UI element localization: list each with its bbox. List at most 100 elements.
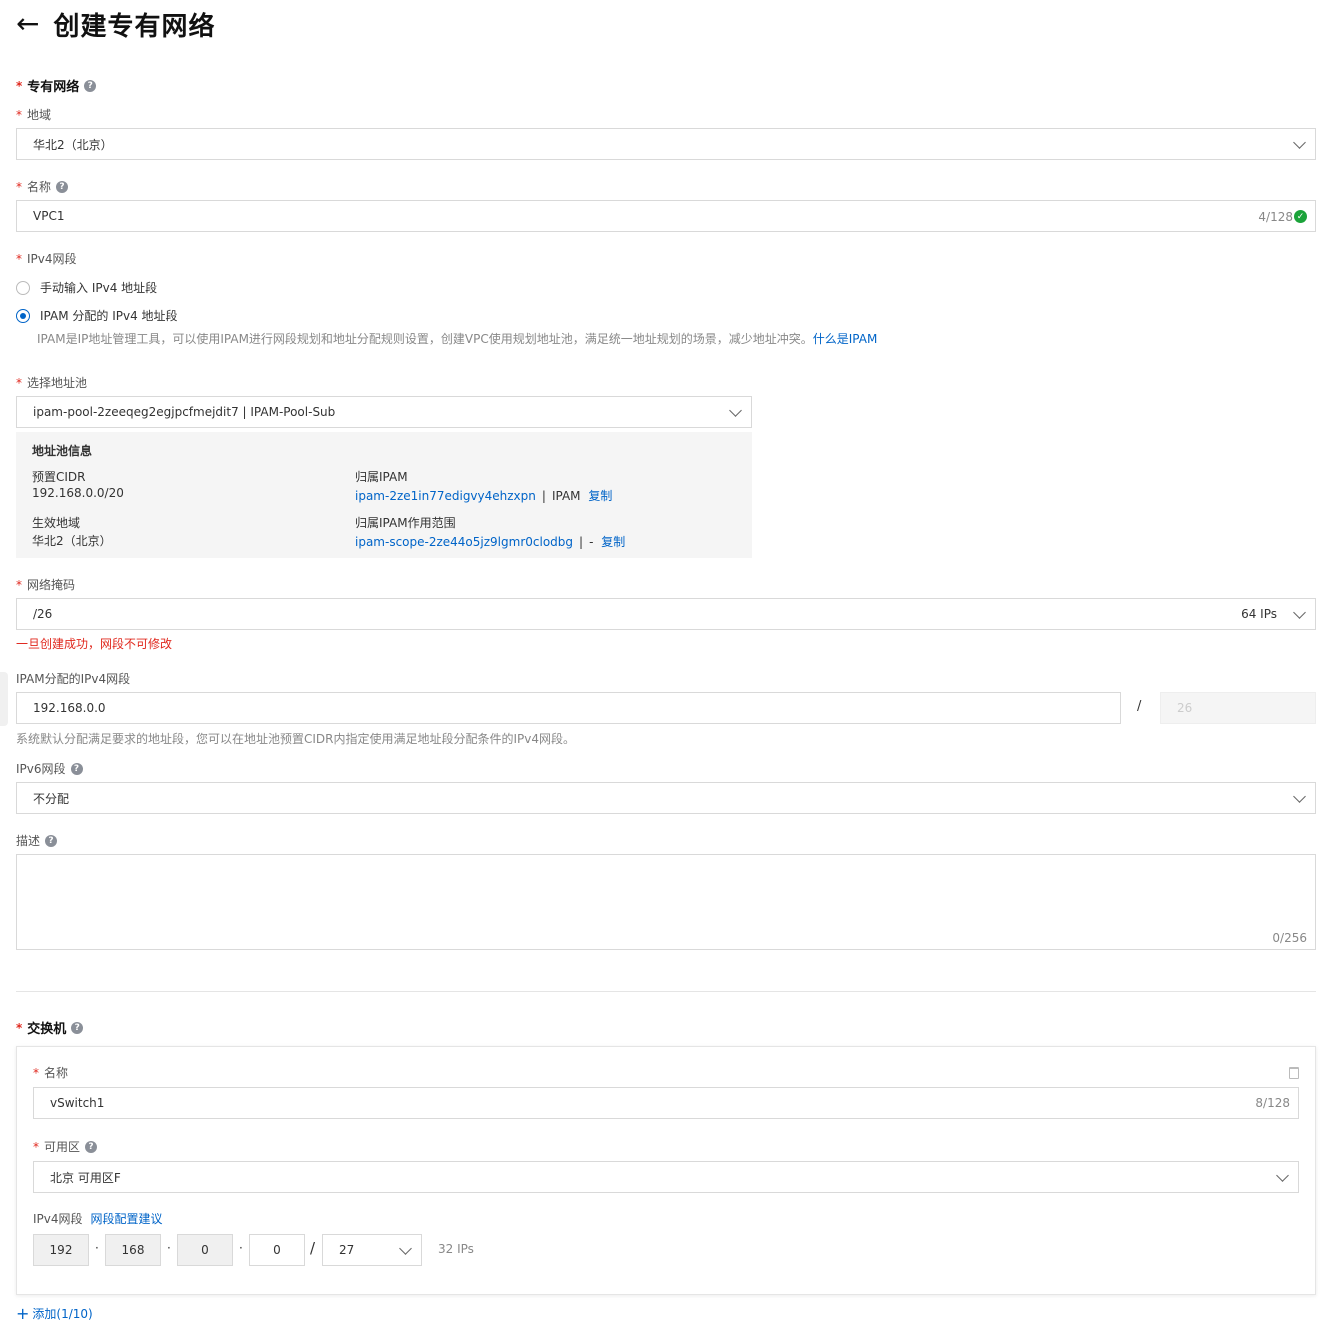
radio-manual-label: 手动输入 IPv4 地址段 [40, 281, 158, 295]
ipam-key: 归属IPAM [355, 470, 408, 484]
vswitch-ipv4-label-text: IPv4网段 [33, 1212, 83, 1226]
trash-icon[interactable] [1289, 1067, 1299, 1079]
description-textarea[interactable]: 0/256 [16, 854, 1316, 950]
radio-ipam-ipv4[interactable]: IPAM 分配的 IPv4 地址段 [16, 307, 178, 324]
pool-select[interactable]: ipam-pool-2zeeqeg2egjpcfmejdit7 | IPAM-P… [16, 396, 752, 428]
octet-dot: · [95, 1241, 99, 1255]
arrow-left-icon[interactable]: ← [16, 10, 39, 38]
vpc-name-value: VPC1 [33, 209, 65, 223]
region-value: 华北2（北京） [33, 137, 113, 152]
ipam-cidr-value: 192.168.0.0 [33, 701, 106, 715]
vswitch-name-value: vSwitch1 [50, 1096, 105, 1110]
chevron-down-icon [1293, 137, 1307, 151]
ipam-prefix-input: 26 [1160, 692, 1316, 724]
prefix-value: 27 [339, 1243, 355, 1257]
ipam-cidr-label: IPAM分配的IPv4网段 [16, 672, 131, 686]
mask-value: /26 [33, 607, 53, 621]
radio-button-selected[interactable] [16, 308, 30, 323]
octet-dot: · [167, 1241, 171, 1255]
required-mark: * [16, 78, 23, 93]
copy-ipam-link[interactable]: 复制 [588, 489, 612, 503]
vswitch-ipv4-label: IPv4网段 网段配置建议 [33, 1210, 163, 1227]
zone-value: 北京 可用区F [50, 1170, 121, 1185]
cidr-slash: / [1137, 699, 1142, 714]
vswitch-name-input[interactable]: vSwitch1 8/128 [33, 1087, 1299, 1119]
prefix-select[interactable]: 27 [322, 1234, 422, 1266]
ipam-id-link[interactable]: ipam-2ze1in77edigvy4ehzxpn [355, 489, 536, 503]
radio-button[interactable] [16, 280, 30, 295]
chevron-down-icon [729, 405, 743, 419]
help-icon[interactable]: ? [84, 79, 97, 92]
vpc-name-input[interactable]: VPC1 4/128 ✓ [16, 200, 1316, 232]
add-vswitch-label: 添加(1/10) [32, 1307, 93, 1321]
vpc-name-label-text: 名称 [27, 180, 52, 194]
vswitch-section-label: 交换机 [27, 1022, 67, 1037]
scope-name: - [589, 535, 594, 549]
ipam-prefix-value: 26 [1177, 701, 1193, 715]
vpc-section-label: 专有网络 [27, 80, 80, 95]
desc-label: 描述 ? [16, 832, 58, 849]
chevron-down-icon [1276, 1170, 1290, 1184]
ipam-cidr-input[interactable]: 192.168.0.0 [16, 692, 1121, 724]
vswitch-name-label-text: 名称 [44, 1066, 69, 1080]
add-vswitch-button[interactable]: + 添加(1/10) [16, 1304, 93, 1323]
what-is-ipam-link[interactable]: 什么是IPAM [813, 332, 878, 346]
check-circle-icon: ✓ [1294, 210, 1307, 223]
copy-scope-link[interactable]: 复制 [601, 535, 625, 549]
octet-4[interactable]: 0 [249, 1234, 305, 1266]
zone-label: * 可用区 ? [33, 1138, 98, 1155]
vswitch-section-title: * 交换机 ? [16, 1018, 84, 1037]
cidr-slash: / [310, 1239, 316, 1257]
radio-ipam-label: IPAM 分配的 IPv4 地址段 [40, 309, 178, 323]
cidr-value: 192.168.0.0/20 [32, 486, 124, 500]
vpc-section-title: * 专有网络 ? [16, 76, 97, 95]
zone-select[interactable]: 北京 可用区F [33, 1161, 1299, 1193]
radio-manual-ipv4[interactable]: 手动输入 IPv4 地址段 [16, 279, 157, 296]
ipam-value: ipam-2ze1in77edigvy4ehzxpn | IPAM 复制 [355, 487, 612, 504]
octet-2: 168 [105, 1234, 161, 1266]
ipv6-select[interactable]: 不分配 [16, 782, 1316, 814]
mask-warning: 一旦创建成功，网段不可修改 [16, 637, 173, 651]
ipv4-label-text: IPv4网段 [27, 252, 77, 266]
cidr-suggestion-link[interactable]: 网段配置建议 [91, 1210, 163, 1227]
pool-region-key: 生效地域 [32, 516, 81, 530]
help-icon[interactable]: ? [56, 180, 69, 193]
section-divider [16, 991, 1316, 992]
separator: | [541, 489, 546, 503]
pool-info-title: 地址池信息 [32, 444, 93, 458]
ipv6-label: IPv6网段 ? [16, 760, 83, 777]
plus-icon: + [16, 1304, 30, 1323]
scope-id-link[interactable]: ipam-scope-2ze44o5jz9lgmr0clodbg [355, 535, 573, 549]
desc-counter: 0/256 [1272, 931, 1307, 945]
help-icon[interactable]: ? [45, 834, 58, 847]
ipv6-label-text: IPv6网段 [16, 762, 66, 776]
scope-value: ipam-scope-2ze44o5jz9lgmr0clodbg | - 复制 [355, 533, 625, 550]
chevron-down-icon [1293, 791, 1307, 805]
vswitch-ip-count: 32 IPs [438, 1242, 474, 1256]
mask-label-text: 网络掩码 [27, 578, 76, 592]
help-icon[interactable]: ? [71, 1021, 84, 1034]
octet-1: 192 [33, 1234, 89, 1266]
page-header: ← 创建专有网络 [16, 6, 215, 42]
help-icon[interactable]: ? [85, 1140, 98, 1153]
mask-label: * 网络掩码 [16, 577, 76, 593]
pool-label-text: 选择地址池 [27, 376, 88, 390]
pool-label: * 选择地址池 [16, 375, 88, 391]
zone-label-text: 可用区 [44, 1140, 81, 1154]
vswitch-card: * 名称 vSwitch1 8/128 * 可用区 ? 北京 可用区F IPv4网段… [16, 1046, 1316, 1295]
page-title: 创建专有网络 [53, 11, 216, 42]
mask-select[interactable]: /26 64 IPs [16, 598, 1316, 630]
region-label-text: 地域 [27, 108, 52, 122]
ipam-hint: IPAM是IP地址管理工具，可以使用IPAM进行网段规划和地址分配规则设置，创建… [37, 330, 877, 347]
ipam-cidr-hint: 系统默认分配满足要求的地址段，您可以在地址池预置CIDR内指定使用满足地址段分配… [16, 732, 576, 746]
region-label: * 地域 [16, 107, 52, 123]
pool-value: ipam-pool-2zeeqeg2egjpcfmejdit7 | IPAM-P… [33, 405, 336, 419]
mask-ip-count: 64 IPs [1241, 607, 1277, 621]
chevron-down-icon [399, 1243, 413, 1257]
help-icon[interactable]: ? [70, 762, 83, 775]
region-select[interactable]: 华北2（北京） [16, 128, 1316, 160]
sidebar-collapse-handle[interactable] [0, 672, 8, 726]
char-counter: 8/128 [1255, 1096, 1290, 1110]
desc-label-text: 描述 [16, 834, 41, 848]
ipv4-label: * IPv4网段 [16, 251, 77, 267]
